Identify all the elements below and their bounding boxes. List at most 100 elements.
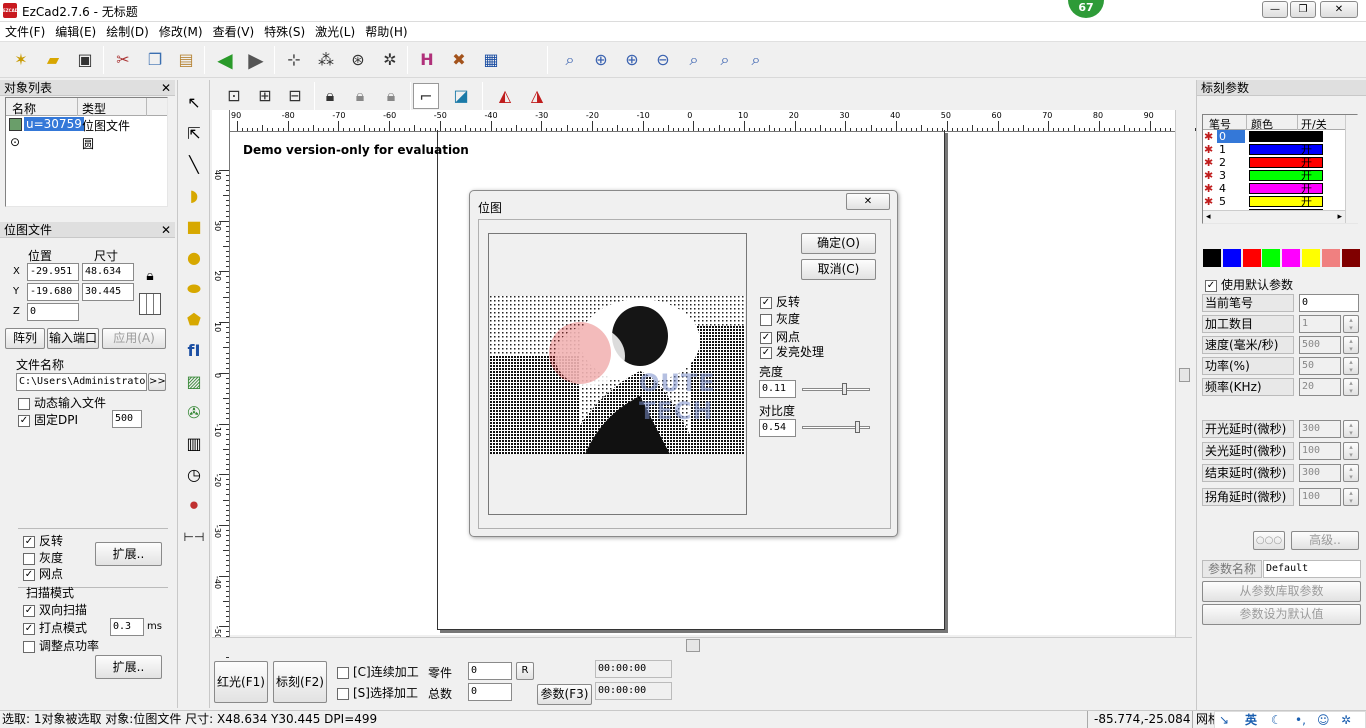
menu-draw[interactable]: 绘制(D) bbox=[101, 22, 154, 42]
mirror-vertical-icon[interactable]: ◮ bbox=[524, 83, 550, 109]
end-delay-field[interactable]: 300 bbox=[1299, 464, 1341, 482]
spinner-icon[interactable]: ▴ ▾ bbox=[1343, 488, 1359, 506]
zoom-all-icon[interactable]: ⌕ bbox=[681, 47, 707, 73]
menu-view[interactable]: 查看(V) bbox=[208, 22, 260, 42]
power-field[interactable]: 50 bbox=[1299, 357, 1341, 375]
fixed-dpi-checkbox[interactable]: ✓ 固定DPI bbox=[18, 411, 78, 428]
zoom-objects-icon[interactable]: ⌕ bbox=[712, 47, 738, 73]
checkbox-box[interactable] bbox=[337, 687, 349, 700]
corner-delay-field[interactable]: 100 bbox=[1299, 488, 1341, 506]
checkbox-box[interactable]: ✓ bbox=[760, 331, 772, 344]
line-icon[interactable]: ╲ bbox=[181, 152, 207, 178]
parts-field[interactable]: 0 bbox=[468, 662, 512, 680]
dot-time-field[interactable]: 0.3 bbox=[110, 618, 144, 636]
open-folder-icon[interactable]: ▰ bbox=[40, 47, 66, 73]
spinner-icon[interactable]: ▴ ▾ bbox=[1343, 442, 1359, 460]
pen-row[interactable]: ✱ 1 开 bbox=[1203, 143, 1357, 156]
col-type[interactable]: 类型 bbox=[82, 100, 106, 117]
dot-mode-checkbox[interactable]: ✓ 打点模式 bbox=[23, 619, 87, 636]
palette-color[interactable] bbox=[1262, 249, 1281, 267]
horizontal-scrollbar[interactable] bbox=[212, 637, 1192, 653]
undo-icon[interactable]: ◀ bbox=[212, 47, 238, 73]
group-select-icon[interactable]: ⊡ bbox=[221, 83, 247, 109]
node-edit-icon[interactable]: ⊹ bbox=[281, 47, 307, 73]
contrast-slider-track[interactable] bbox=[802, 421, 870, 433]
reset-button[interactable]: R bbox=[516, 662, 534, 680]
ime-logo-icon[interactable]: ↘ bbox=[1219, 712, 1229, 728]
menu-modify[interactable]: 修改(M) bbox=[154, 22, 208, 42]
dialog-close-icon[interactable]: ✕ bbox=[846, 193, 890, 210]
freq-field[interactable]: 20 bbox=[1299, 378, 1341, 396]
x-position-field[interactable]: -29.951 bbox=[27, 263, 79, 281]
grid-align-icon[interactable] bbox=[139, 293, 161, 315]
node-pointer-icon[interactable]: ⇱ bbox=[181, 121, 207, 147]
vector-file-icon[interactable]: ✇ bbox=[181, 400, 207, 426]
palette-color[interactable] bbox=[1203, 249, 1221, 267]
smile-icon[interactable]: ☺ bbox=[1317, 712, 1330, 728]
gray-checkbox[interactable]: 灰度 bbox=[23, 549, 63, 566]
file-path-field[interactable]: C:\Users\Administrato bbox=[16, 373, 147, 391]
checkbox-box[interactable]: ✓ bbox=[1205, 279, 1217, 292]
y-position-field[interactable]: -19.680 bbox=[27, 283, 79, 301]
image-icon[interactable]: ▨ bbox=[181, 369, 207, 395]
node-add-icon[interactable]: ⊛ bbox=[345, 47, 371, 73]
zoom-icon[interactable]: ⌕ bbox=[557, 47, 583, 73]
pen-list-hscrollbar[interactable]: ◂ ▸ bbox=[1203, 210, 1345, 223]
palette-color[interactable] bbox=[1321, 249, 1340, 267]
calculator-icon[interactable]: ▦ bbox=[478, 47, 504, 73]
menu-file[interactable]: 文件(F) bbox=[0, 22, 50, 42]
hatch-icon[interactable]: H bbox=[414, 47, 440, 73]
checkbox-box[interactable]: ✓ bbox=[18, 414, 30, 427]
restore-icon[interactable]: ❐ bbox=[1290, 1, 1316, 18]
pen-row[interactable]: ✱ 4 开 bbox=[1203, 182, 1357, 195]
settings-icon[interactable]: ✲ bbox=[1341, 712, 1351, 728]
pen-row[interactable]: ✱ 5 开 bbox=[1203, 195, 1357, 208]
palette-color[interactable] bbox=[1222, 249, 1241, 267]
close-icon[interactable]: ✕ bbox=[161, 222, 171, 238]
menu-special[interactable]: 特殊(S) bbox=[259, 22, 310, 42]
param-name-field[interactable]: Default bbox=[1263, 560, 1361, 578]
rectangle-icon[interactable]: ■ bbox=[181, 214, 207, 240]
checkbox-box[interactable]: ✓ bbox=[23, 535, 35, 548]
red-light-button[interactable]: 红光(F1) bbox=[214, 661, 268, 703]
checkbox-box[interactable] bbox=[23, 552, 35, 565]
menu-help[interactable]: 帮助(H) bbox=[360, 22, 412, 42]
save-icon[interactable]: ▣ bbox=[72, 47, 98, 73]
lock-icon[interactable]: 🔒︎ bbox=[317, 83, 343, 109]
highlight-checkbox[interactable]: ✓ 发亮处理 bbox=[760, 343, 824, 360]
set-default-button[interactable]: 参数设为默认值 bbox=[1202, 604, 1361, 625]
lock-icon[interactable]: 🔒︎ bbox=[140, 268, 160, 288]
z-position-field[interactable]: 0 bbox=[27, 303, 79, 321]
speed-field[interactable]: 500 bbox=[1299, 336, 1341, 354]
group-icon[interactable]: ⊞ bbox=[252, 83, 278, 109]
y-size-field[interactable]: 30.445 bbox=[82, 283, 134, 301]
checkbox-box[interactable]: ✓ bbox=[760, 296, 772, 309]
expand-button[interactable]: 扩展.. bbox=[95, 542, 162, 566]
menu-laser[interactable]: 激光(L) bbox=[310, 22, 360, 42]
pen-row[interactable]: ✱ 0 开 bbox=[1203, 130, 1357, 143]
invert-checkbox[interactable]: ✓ 反转 bbox=[760, 293, 800, 310]
curve-icon[interactable]: ◗ bbox=[181, 183, 207, 209]
advanced-button[interactable]: 高级.. bbox=[1291, 531, 1359, 550]
spinner-icon[interactable]: ▴ ▾ bbox=[1343, 420, 1359, 438]
cut-icon[interactable]: ✂ bbox=[110, 47, 136, 73]
adjust-power-checkbox[interactable]: 调整点功率 bbox=[23, 637, 99, 654]
paste-icon[interactable]: ▤ bbox=[173, 47, 199, 73]
minimize-icon[interactable]: — bbox=[1262, 1, 1288, 18]
horizontal-scroll-thumb[interactable] bbox=[686, 639, 700, 652]
on-delay-field[interactable]: 300 bbox=[1299, 420, 1341, 438]
palette-color[interactable] bbox=[1341, 249, 1360, 267]
vertical-scrollbar[interactable] bbox=[1175, 110, 1192, 637]
pen-test-button[interactable]: ○○○ bbox=[1253, 531, 1285, 550]
x-size-field[interactable]: 48.634 bbox=[82, 263, 134, 281]
pen-row[interactable]: ✱ 3 开 bbox=[1203, 169, 1357, 182]
dpi-field[interactable]: 500 bbox=[112, 410, 142, 428]
select-arrow-icon[interactable]: ↖ bbox=[181, 90, 207, 116]
close-icon[interactable]: ✕ bbox=[161, 80, 171, 96]
node-delete-icon[interactable]: ✲ bbox=[377, 47, 403, 73]
off-delay-field[interactable]: 100 bbox=[1299, 442, 1341, 460]
spinner-icon[interactable]: ▴ ▾ bbox=[1343, 378, 1359, 396]
moon-icon[interactable]: ☾ bbox=[1271, 712, 1282, 728]
checkbox-box[interactable] bbox=[337, 666, 349, 679]
mirror-horizontal-icon[interactable]: ◭ bbox=[492, 83, 518, 109]
